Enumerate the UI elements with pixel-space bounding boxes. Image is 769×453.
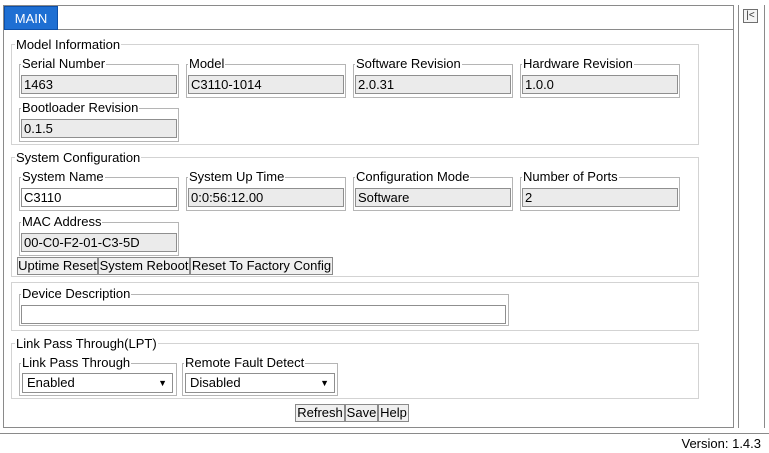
uptime-reset-button[interactable]: Uptime Reset [17,257,98,275]
remote-fault-detect-select[interactable]: Disabled ▼ [185,373,335,393]
help-button[interactable]: Help [378,404,409,422]
tab-main[interactable]: MAIN [4,6,58,30]
system-reboot-button[interactable]: System Reboot [98,257,190,275]
refresh-button[interactable]: Refresh [295,404,345,422]
configuration-mode-field[interactable]: Software [355,188,511,207]
chevron-down-icon: ▼ [320,378,329,388]
save-button[interactable]: Save [345,404,378,422]
system-name-input[interactable]: C3110 [21,188,177,207]
link-pass-through-select[interactable]: Enabled ▼ [22,373,173,393]
system-up-time-field[interactable]: 0:0:56:12.00 [188,188,344,207]
system-configuration-title: System Configuration [15,150,142,165]
chevron-down-icon: ▼ [158,378,167,388]
bootloader-revision-label: Bootloader Revision [21,100,140,115]
model-label: Model [188,56,226,71]
number-of-ports-field[interactable]: 2 [522,188,678,207]
serial-number-label: Serial Number [21,56,107,71]
hardware-revision-field[interactable]: 1.0.0 [522,75,678,94]
serial-number-field[interactable]: 1463 [21,75,177,94]
device-description-input[interactable] [21,305,506,324]
mac-address-field[interactable]: 00-C0-F2-01-C3-5D [21,233,177,252]
configuration-mode-label: Configuration Mode [355,169,471,184]
lpt-title: Link Pass Through(LPT) [15,336,158,351]
sidebar [738,5,765,428]
collapse-left-icon[interactable]: |< [743,9,758,23]
link-pass-through-value: Enabled [27,375,75,390]
link-pass-through-label: Link Pass Through [21,355,132,370]
mac-address-label: MAC Address [21,214,103,229]
remote-fault-detect-value: Disabled [190,375,241,390]
version-label: Version: 1.4.3 [681,436,762,451]
software-revision-field[interactable]: 2.0.31 [355,75,511,94]
system-name-label: System Name [21,169,105,184]
software-revision-label: Software Revision [355,56,462,71]
system-up-time-label: System Up Time [188,169,286,184]
model-information-title: Model Information [15,37,122,52]
tab-divider [58,29,733,30]
bootloader-revision-field[interactable]: 0.1.5 [21,119,177,138]
hardware-revision-label: Hardware Revision [522,56,634,71]
reset-factory-config-button[interactable]: Reset To Factory Config [190,257,333,275]
device-description-label: Device Description [21,286,132,301]
remote-fault-detect-label: Remote Fault Detect [184,355,306,370]
number-of-ports-label: Number of Ports [522,169,619,184]
footer-divider [0,433,769,434]
model-field[interactable]: C3110-1014 [188,75,344,94]
